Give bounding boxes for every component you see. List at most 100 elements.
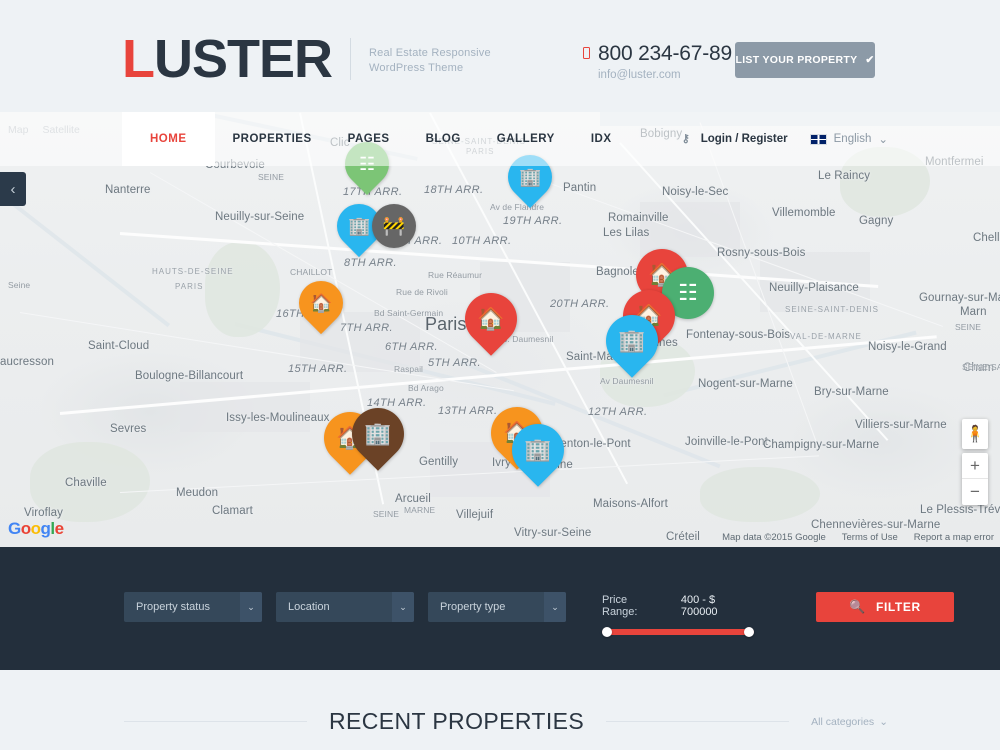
list-your-property-button[interactable]: LIST YOUR PROPERTY ✔ (735, 42, 875, 78)
map-label: Meudon (176, 487, 219, 499)
map-label: Saint-Cloud (88, 340, 150, 352)
map-label: 6TH ARR. (385, 341, 438, 353)
map-label: Bry-sur-Marne (814, 386, 889, 398)
map-canvas[interactable]: NanterreNeuilly-sur-SeineCourbevoieSaint… (0, 112, 1000, 547)
map-label: 12TH ARR. (588, 406, 648, 418)
map-label: 18TH ARR. (424, 184, 484, 196)
map-label: Clamart (212, 505, 253, 517)
location-select[interactable]: Location ⌄ (276, 592, 414, 622)
nav-item-properties[interactable]: PROPERTIES (215, 112, 330, 166)
map-label: Rosny-sous-Bois (717, 247, 806, 259)
marker-glyph-icon: 🏢 (518, 167, 542, 188)
key-icon: ⚷ (681, 132, 690, 145)
all-categories-filter[interactable]: All categories ⌄ (811, 716, 888, 728)
map-label: Gournay-sur-Marn (919, 292, 1000, 304)
terms-of-use-link[interactable]: Terms of Use (842, 532, 898, 543)
chevron-down-icon: ⌄ (544, 592, 566, 622)
list-your-property-label: LIST YOUR PROPERTY (735, 54, 858, 66)
map-label: Viroflay (24, 507, 63, 519)
prev-slide-arrow-icon[interactable]: ‹ (0, 172, 26, 206)
marker-construction[interactable]: 🚧 (372, 204, 416, 248)
marker-glyph-icon: 🏢 (364, 421, 392, 446)
google-logo-o1: o (20, 519, 31, 538)
google-logo[interactable]: Google (8, 519, 64, 539)
chevron-down-icon: ⌄ (878, 134, 888, 146)
map-label: SEINE (373, 509, 400, 519)
map-attribution-bar: Map data ©2015 Google Terms of Use Repor… (722, 532, 994, 543)
location-value: Location (288, 601, 330, 613)
logo-letter-l: L (122, 29, 155, 89)
logo-letters-rest: USTER (154, 29, 333, 89)
property-status-value: Property status (136, 601, 210, 613)
map-label: Nanterre (105, 184, 151, 196)
report-map-error-link[interactable]: Report a map error (914, 532, 994, 543)
map-label: SEINE (955, 322, 982, 332)
language-selector[interactable]: English ⌄ (809, 132, 888, 146)
map-label: Les Lilas (603, 227, 650, 239)
map-label: Marn (960, 306, 987, 318)
urban-block-4 (180, 382, 310, 432)
price-range-control: Price Range: 400 - $ 700000 (602, 592, 754, 637)
map-label: SEINE-SAINT-DENIS (785, 305, 879, 314)
filter-button-label: FILTER (876, 600, 921, 614)
map-label: Pantin (563, 182, 597, 194)
map-label: SEINE-SAINT-DENIS (962, 362, 1000, 372)
site-header: LUSTER Real Estate Responsive WordPress … (0, 0, 1000, 112)
map-label: Créteil (666, 531, 700, 543)
street-view-pegman-icon[interactable]: 🧍 (962, 419, 988, 449)
map-label: Maisons-Alfort (593, 498, 668, 510)
map-label: Av de Flandre (490, 202, 545, 212)
map-label: Chaville (65, 477, 107, 489)
map-label: Romainville (608, 212, 669, 224)
map-label: HAUTS-DE-SEINE (152, 267, 234, 276)
divider-line-right (606, 721, 790, 722)
google-logo-g1: G (8, 519, 21, 538)
map-label: Issy-les-Moulineaux (226, 412, 330, 424)
map-label: Sevres (110, 423, 147, 435)
marker-glyph-icon: 🏢 (618, 328, 646, 353)
nav-item-home[interactable]: HOME (122, 112, 215, 166)
nav-utilities: ⚷ Login / Register English ⌄ (682, 112, 888, 166)
marker-glyph-icon: 🚧 (382, 216, 406, 236)
map-label: Noisy-le-Sec (662, 186, 729, 198)
map-label: Seine (8, 280, 31, 290)
map-label: Chell (973, 232, 1000, 244)
nav-item-blog[interactable]: BLOG (408, 112, 479, 166)
mobile-phone-icon (583, 47, 590, 59)
price-range-label: Price Range: (602, 594, 638, 618)
map-label: 13TH ARR. (438, 405, 498, 417)
price-range-slider[interactable] (602, 627, 754, 637)
price-range-row: Price Range: 400 - $ 700000 (602, 594, 754, 618)
map-label: Neuilly-Plaisance (769, 282, 859, 294)
nav-item-pages[interactable]: PAGES (330, 112, 408, 166)
logo[interactable]: LUSTER Real Estate Responsive WordPress … (122, 32, 491, 86)
price-slider-handle-max[interactable] (744, 627, 754, 637)
map-label: Bd Saint-Germain (374, 308, 444, 318)
phone-number[interactable]: 800 234-67-89 (598, 42, 732, 66)
zoom-in-button[interactable]: + (962, 453, 988, 479)
map-label: Boulogne-Billancourt (135, 370, 244, 382)
google-logo-o2: o (30, 519, 41, 538)
price-slider-handle-min[interactable] (602, 627, 612, 637)
map-zoom-control[interactable]: + − (962, 453, 988, 505)
property-status-select[interactable]: Property status ⌄ (124, 592, 262, 622)
map-label: 20TH ARR. (550, 298, 610, 310)
logo-text: LUSTER (122, 29, 333, 89)
map-label: Le Plessis-Trévise (920, 504, 1000, 516)
map-label: 7TH ARR. (340, 322, 393, 334)
nav-item-idx[interactable]: IDX (573, 112, 630, 166)
login-register-link[interactable]: ⚷ Login / Register (682, 133, 788, 145)
map-label: aucresson (0, 356, 54, 368)
map-label: Villejuif (456, 509, 494, 521)
map-container[interactable]: NanterreNeuilly-sur-SeineCourbevoieSaint… (0, 112, 1000, 547)
zoom-out-button[interactable]: − (962, 479, 988, 505)
map-label: Joinville-le-Pont (685, 436, 768, 448)
filter-button[interactable]: 🔍 FILTER (816, 592, 954, 622)
main-navigation: HOME PROPERTIES PAGES BLOG GALLERY IDX ⚷ Logi… (0, 112, 1000, 166)
map-label: Nogent-sur-Marne (698, 378, 793, 390)
nav-item-gallery[interactable]: GALLERY (479, 112, 573, 166)
email-address[interactable]: info@luster.com (598, 69, 732, 81)
marker-glyph-icon: ☷ (678, 280, 698, 305)
property-type-select[interactable]: Property type ⌄ (428, 592, 566, 622)
chevron-down-icon: ⌄ (392, 592, 414, 622)
